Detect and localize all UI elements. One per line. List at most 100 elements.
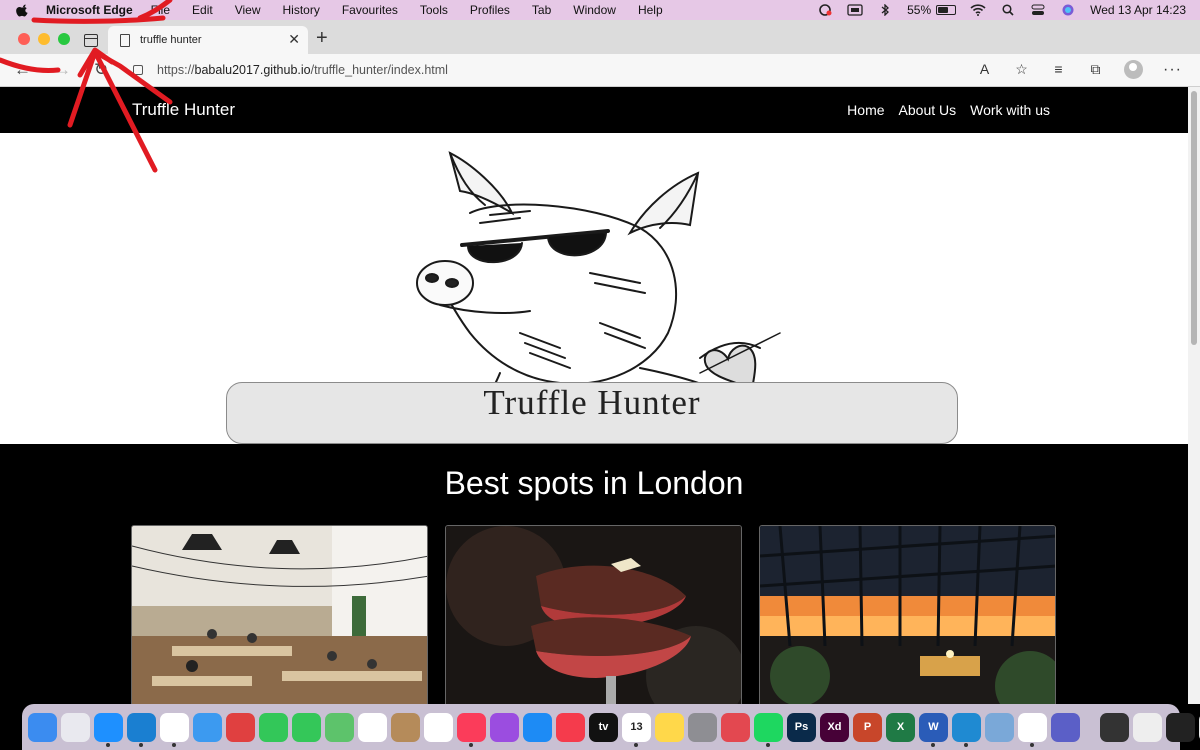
dock-app-reminders[interactable]: [424, 712, 453, 742]
dock-app-window-3[interactable]: [1166, 712, 1195, 742]
macos-dock: tv 13 Ps Xd P X W: [22, 704, 1200, 750]
menu-profiles[interactable]: Profiles: [470, 3, 510, 17]
dock-app-photos[interactable]: [358, 712, 387, 742]
back-arrow-icon[interactable]: ←: [14, 60, 31, 80]
new-tab-button[interactable]: +: [316, 28, 328, 48]
running-indicator: [634, 742, 638, 747]
hero-title: Truffle Hunter: [483, 383, 701, 422]
siri-icon[interactable]: [1060, 4, 1076, 16]
url-scheme: https://: [157, 63, 195, 77]
dock-app-launchpad[interactable]: [61, 712, 90, 742]
menu-help[interactable]: Help: [638, 3, 663, 17]
tab-close-icon[interactable]: ✕: [288, 31, 300, 48]
dock-app-powerpoint[interactable]: P: [853, 712, 882, 742]
dock-app-system-preferences[interactable]: [688, 712, 717, 742]
dock-app-photoshop[interactable]: Ps: [787, 712, 816, 742]
dock-app-xd[interactable]: Xd: [820, 712, 849, 742]
dock-app-calendar[interactable]: 13: [622, 712, 651, 747]
window-minimize-button[interactable]: [38, 33, 50, 45]
running-indicator: [139, 742, 143, 747]
control-center-icon[interactable]: [1030, 4, 1046, 16]
menu-window[interactable]: Window: [573, 3, 616, 17]
menu-history[interactable]: History: [283, 3, 320, 17]
dock-app-emoji[interactable]: [1018, 712, 1047, 747]
wifi-icon[interactable]: [970, 4, 986, 16]
display-icon[interactable]: [847, 4, 863, 16]
menu-view[interactable]: View: [235, 3, 261, 17]
dock-app-messages[interactable]: [292, 712, 321, 742]
menu-tab[interactable]: Tab: [532, 3, 551, 17]
dock-app-chrome[interactable]: [160, 712, 189, 747]
nav-home-link[interactable]: Home: [847, 102, 884, 118]
tab-truffle-hunter[interactable]: truffle hunter ✕: [108, 26, 308, 54]
creative-cloud-icon[interactable]: [817, 4, 833, 16]
dock-app-excel[interactable]: X: [886, 712, 915, 742]
site-navbar: Truffle Hunter Home About Us Work with u…: [0, 87, 1188, 133]
dock-app-spotify[interactable]: [754, 712, 783, 747]
dock-app-teams[interactable]: [1051, 712, 1080, 742]
dock-app-preview[interactable]: [985, 712, 1014, 742]
spot-card-steak[interactable]: [445, 525, 742, 704]
forward-arrow-icon[interactable]: →: [54, 60, 71, 80]
page-icon: [120, 33, 130, 47]
menubar-clock[interactable]: Wed 13 Apr 14:23: [1090, 3, 1186, 17]
tab-actions-icon[interactable]: [84, 34, 98, 47]
spot-card-skygarden[interactable]: [759, 525, 1056, 704]
nav-work-link[interactable]: Work with us: [970, 102, 1050, 118]
dock-app-safari[interactable]: [94, 712, 123, 747]
lock-icon[interactable]: [133, 65, 143, 75]
menu-tools[interactable]: Tools: [420, 3, 448, 17]
read-aloud-icon[interactable]: A: [976, 61, 993, 78]
dock-app-vscode[interactable]: [952, 712, 981, 747]
section-title: Best spots in London: [444, 465, 744, 501]
nav-about-link[interactable]: About Us: [899, 102, 957, 118]
spotlight-search-icon[interactable]: [1000, 4, 1016, 16]
battery-percent: 55%: [907, 3, 932, 17]
dock-app-creative-cloud[interactable]: [721, 712, 750, 742]
site-brand-link[interactable]: Truffle Hunter: [132, 100, 235, 120]
window-close-button[interactable]: [18, 33, 30, 45]
refresh-icon[interactable]: ↻: [94, 60, 108, 80]
dock-app-contacts[interactable]: [391, 712, 420, 742]
page-scrollbar[interactable]: [1188, 87, 1200, 704]
bluetooth-icon[interactable]: [877, 4, 893, 16]
dock-app-notes[interactable]: [655, 712, 684, 742]
add-favourite-icon[interactable]: ☆: [1013, 61, 1030, 78]
dock-app-edge[interactable]: [127, 712, 156, 747]
address-toolbar: ← → ↻ https://babalu2017.github.io/truff…: [0, 54, 1200, 87]
spot-card-coworking[interactable]: [131, 525, 428, 704]
dock-app-music[interactable]: [457, 712, 486, 747]
dock-app-app-store[interactable]: [523, 712, 552, 742]
dock-app-mail[interactable]: [193, 712, 222, 742]
dock-app-podcasts[interactable]: [490, 712, 519, 742]
browser-tab-strip: truffle hunter ✕ +: [0, 20, 1200, 54]
battery-icon: [936, 5, 957, 15]
menu-favourites[interactable]: Favourites: [342, 3, 398, 17]
menu-edit[interactable]: Edit: [192, 3, 213, 17]
dock-app-window-2[interactable]: [1133, 712, 1162, 742]
apple-icon[interactable]: [16, 3, 30, 17]
scrollbar-thumb[interactable]: [1191, 91, 1197, 345]
menu-app-name[interactable]: Microsoft Edge: [46, 3, 133, 17]
battery-indicator[interactable]: 55%: [907, 3, 957, 17]
dock-app-news[interactable]: [556, 712, 585, 742]
dock-app-finder[interactable]: [28, 712, 57, 742]
collections-icon[interactable]: ⧉: [1087, 61, 1104, 78]
menu-file[interactable]: File: [151, 3, 170, 17]
dock-app-reminders-app[interactable]: [226, 712, 255, 742]
running-indicator: [106, 742, 110, 747]
more-options-icon[interactable]: ···: [1163, 61, 1182, 79]
dock-app-window-1[interactable]: [1100, 712, 1129, 742]
profile-avatar[interactable]: [1124, 60, 1144, 79]
dock-app-word[interactable]: W: [919, 712, 948, 747]
toolbar-buttons: A ☆ ≡ ⧉ ···: [976, 60, 1182, 79]
dock-app-facetime[interactable]: [259, 712, 288, 742]
window-zoom-button[interactable]: [58, 33, 70, 45]
address-input[interactable]: https://babalu2017.github.io/truffle_hun…: [157, 63, 448, 77]
url-host: babalu2017.github.io: [194, 63, 311, 77]
menu-extras: 55% Wed 13 Apr 14:23: [817, 0, 1186, 20]
favourites-icon[interactable]: ≡: [1050, 61, 1067, 78]
dock-app-maps[interactable]: [325, 712, 354, 742]
skygarden-photo: [760, 526, 1055, 704]
dock-app-tv[interactable]: tv: [589, 712, 618, 742]
